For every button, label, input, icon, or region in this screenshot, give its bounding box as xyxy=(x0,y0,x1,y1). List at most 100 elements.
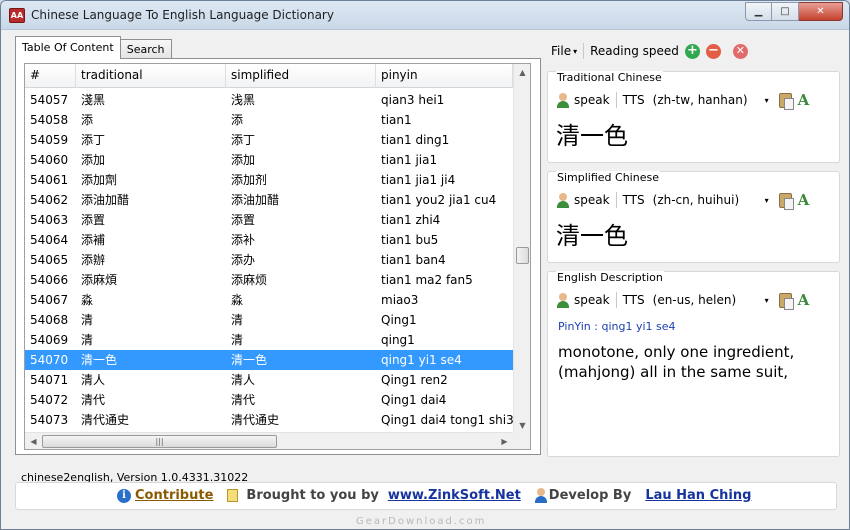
table-row[interactable]: 54070 清一色 清一色 qing1 yi1 se4 xyxy=(25,350,513,370)
decrease-speed-icon[interactable]: − xyxy=(705,43,721,59)
table-row[interactable]: 54065 添辦 添办 tian1 ban4 xyxy=(25,250,513,270)
row-pinyin: qing1 xyxy=(381,333,415,347)
row-number: 54071 xyxy=(30,373,69,387)
row-number: 54068 xyxy=(30,313,69,327)
row-number: 54060 xyxy=(30,153,69,167)
table-row[interactable]: 54072 清代 清代 Qing1 dai4 xyxy=(25,390,513,410)
chevron-down-icon[interactable]: ▾ xyxy=(765,96,769,105)
file-dropdown-icon[interactable]: ▾ xyxy=(573,47,577,56)
row-traditional: 添 xyxy=(81,113,94,127)
speak-button[interactable]: speak xyxy=(574,193,610,207)
table-row[interactable]: 54067 淼 淼 miao3 xyxy=(25,290,513,310)
table-row[interactable]: 54062 添油加醋 添油加醋 tian1 you2 jia1 cu4 xyxy=(25,190,513,210)
font-icon[interactable]: A xyxy=(798,191,810,209)
table-row[interactable]: 54063 添置 添置 tian1 zhi4 xyxy=(25,210,513,230)
window-title: Chinese Language To English Language Dic… xyxy=(31,8,334,22)
table-row[interactable]: 54061 添加劑 添加剂 tian1 jia1 ji4 xyxy=(25,170,513,190)
row-pinyin: Qing1 dai4 xyxy=(381,393,447,407)
row-pinyin: tian1 jia1 xyxy=(381,153,438,167)
speaker-person-icon[interactable] xyxy=(556,192,570,208)
column-header-number[interactable]: # xyxy=(25,64,76,88)
develop-by-label: Develop By xyxy=(548,488,632,503)
row-number: 54058 xyxy=(30,113,69,127)
row-traditional: 淺黑 xyxy=(81,93,106,107)
increase-speed-icon[interactable]: + xyxy=(684,43,700,59)
font-icon[interactable]: A xyxy=(798,91,810,109)
table-row[interactable]: 54069 清 清 qing1 xyxy=(25,330,513,350)
font-icon[interactable]: A xyxy=(798,291,810,309)
column-header-simplified[interactable]: simplified xyxy=(226,64,376,88)
tab-search[interactable]: Search xyxy=(119,39,172,59)
stop-icon[interactable]: ✕ xyxy=(732,43,748,59)
table-row[interactable]: 54071 清人 清人 Qing1 ren2 xyxy=(25,370,513,390)
table-row[interactable]: 54057 淺黑 浅黑 qian3 hei1 xyxy=(25,90,513,110)
simplified-text: 清一色 xyxy=(556,222,628,250)
list-rows: 54057 淺黑 浅黑 qian3 hei1 54058 添 添 tian1 54059 添丁 添丁… xyxy=(25,90,513,449)
table-row[interactable]: 54064 添補 添补 tian1 bu5 xyxy=(25,230,513,250)
row-traditional: 清代通史 xyxy=(81,413,130,427)
file-menu[interactable]: File xyxy=(551,44,571,58)
vertical-scroll-thumb[interactable] xyxy=(516,247,529,264)
right-toolbar: File ▾ Reading speed + − ✕ xyxy=(551,41,748,61)
row-traditional: 添置 xyxy=(81,213,106,227)
group-title: Simplified Chinese xyxy=(556,171,660,184)
word-list[interactable]: # traditional simplified pinyin 54057 淺黑 浅… xyxy=(24,63,531,450)
reading-speed-label: Reading speed xyxy=(590,44,679,58)
info-icon: i xyxy=(117,488,131,503)
row-traditional: 清人 xyxy=(81,373,106,387)
speak-button[interactable]: speak xyxy=(574,93,610,107)
speak-button[interactable]: speak xyxy=(574,293,610,307)
clipboard-icon[interactable] xyxy=(778,292,794,310)
speaker-person-icon[interactable] xyxy=(556,92,570,108)
scroll-left-icon[interactable]: ◀ xyxy=(25,433,42,449)
voice-select[interactable]: (en-us, helen) xyxy=(653,293,763,307)
row-pinyin: miao3 xyxy=(381,293,419,307)
table-row[interactable]: 54059 添丁 添丁 tian1 ding1 xyxy=(25,130,513,150)
brought-by-label: Brought to you by xyxy=(246,488,379,503)
close-button[interactable]: ✕ xyxy=(799,2,843,21)
clipboard-icon[interactable] xyxy=(778,92,794,110)
row-traditional: 清 xyxy=(81,333,94,347)
row-simplified: 添油加醋 xyxy=(231,193,280,207)
minimize-button[interactable]: ▁ xyxy=(745,2,772,21)
clipboard-icon[interactable] xyxy=(778,192,794,210)
contribute-link[interactable]: Contribute xyxy=(135,488,213,503)
chevron-down-icon[interactable]: ▾ xyxy=(765,296,769,305)
row-traditional: 添辦 xyxy=(81,253,106,267)
horizontal-scroll-thumb[interactable]: ||| xyxy=(42,435,277,448)
row-number: 54067 xyxy=(30,293,69,307)
row-pinyin: tian1 jia1 ji4 xyxy=(381,173,456,187)
row-pinyin: Qing1 dai4 tong1 shi3 xyxy=(381,413,513,427)
table-row[interactable]: 54060 添加 添加 tian1 jia1 xyxy=(25,150,513,170)
table-row[interactable]: 54073 清代通史 清代通史 Qing1 dai4 tong1 shi3 xyxy=(25,410,513,430)
zinksoft-link[interactable]: www.ZinkSoft.Net xyxy=(388,488,521,503)
tab-table-of-content[interactable]: Table Of Content xyxy=(15,36,121,59)
tts-label: TTS xyxy=(622,93,645,107)
row-simplified: 浅黑 xyxy=(231,93,256,107)
table-row[interactable]: 54068 清 清 Qing1 xyxy=(25,310,513,330)
row-simplified: 添丁 xyxy=(231,133,256,147)
row-simplified: 添置 xyxy=(231,213,256,227)
row-traditional: 添加劑 xyxy=(81,173,118,187)
table-row[interactable]: 54058 添 添 tian1 xyxy=(25,110,513,130)
scroll-up-icon[interactable]: ▲ xyxy=(514,64,530,81)
table-row[interactable]: 54066 添麻煩 添麻烦 tian1 ma2 fan5 xyxy=(25,270,513,290)
row-simplified: 清代通史 xyxy=(231,413,280,427)
row-traditional: 清代 xyxy=(81,393,106,407)
row-traditional: 添補 xyxy=(81,233,106,247)
column-header-traditional[interactable]: traditional xyxy=(76,64,226,88)
maximize-button[interactable]: □ xyxy=(772,2,799,21)
chevron-down-icon[interactable]: ▾ xyxy=(765,196,769,205)
voice-select[interactable]: (zh-tw, hanhan) xyxy=(653,93,763,107)
horizontal-scrollbar[interactable]: ◀ ||| ▶ xyxy=(25,432,513,449)
column-header-pinyin[interactable]: pinyin xyxy=(376,64,513,88)
app-window: A A Chinese Language To English Language … xyxy=(0,0,850,530)
vertical-scrollbar[interactable]: ▲ ▼ xyxy=(513,64,530,434)
title-bar[interactable]: AA Chinese Language To English Language … xyxy=(1,1,849,30)
voice-select[interactable]: (zh-cn, huihui) xyxy=(653,193,763,207)
window-controls: ▁ □ ✕ xyxy=(745,2,843,21)
footer-content: i Contribute Brought to you by www.ZinkS… xyxy=(117,488,751,503)
speaker-person-icon[interactable] xyxy=(556,292,570,308)
developer-link[interactable]: Lau Han Ching xyxy=(645,488,751,503)
scroll-right-icon[interactable]: ▶ xyxy=(496,433,513,449)
